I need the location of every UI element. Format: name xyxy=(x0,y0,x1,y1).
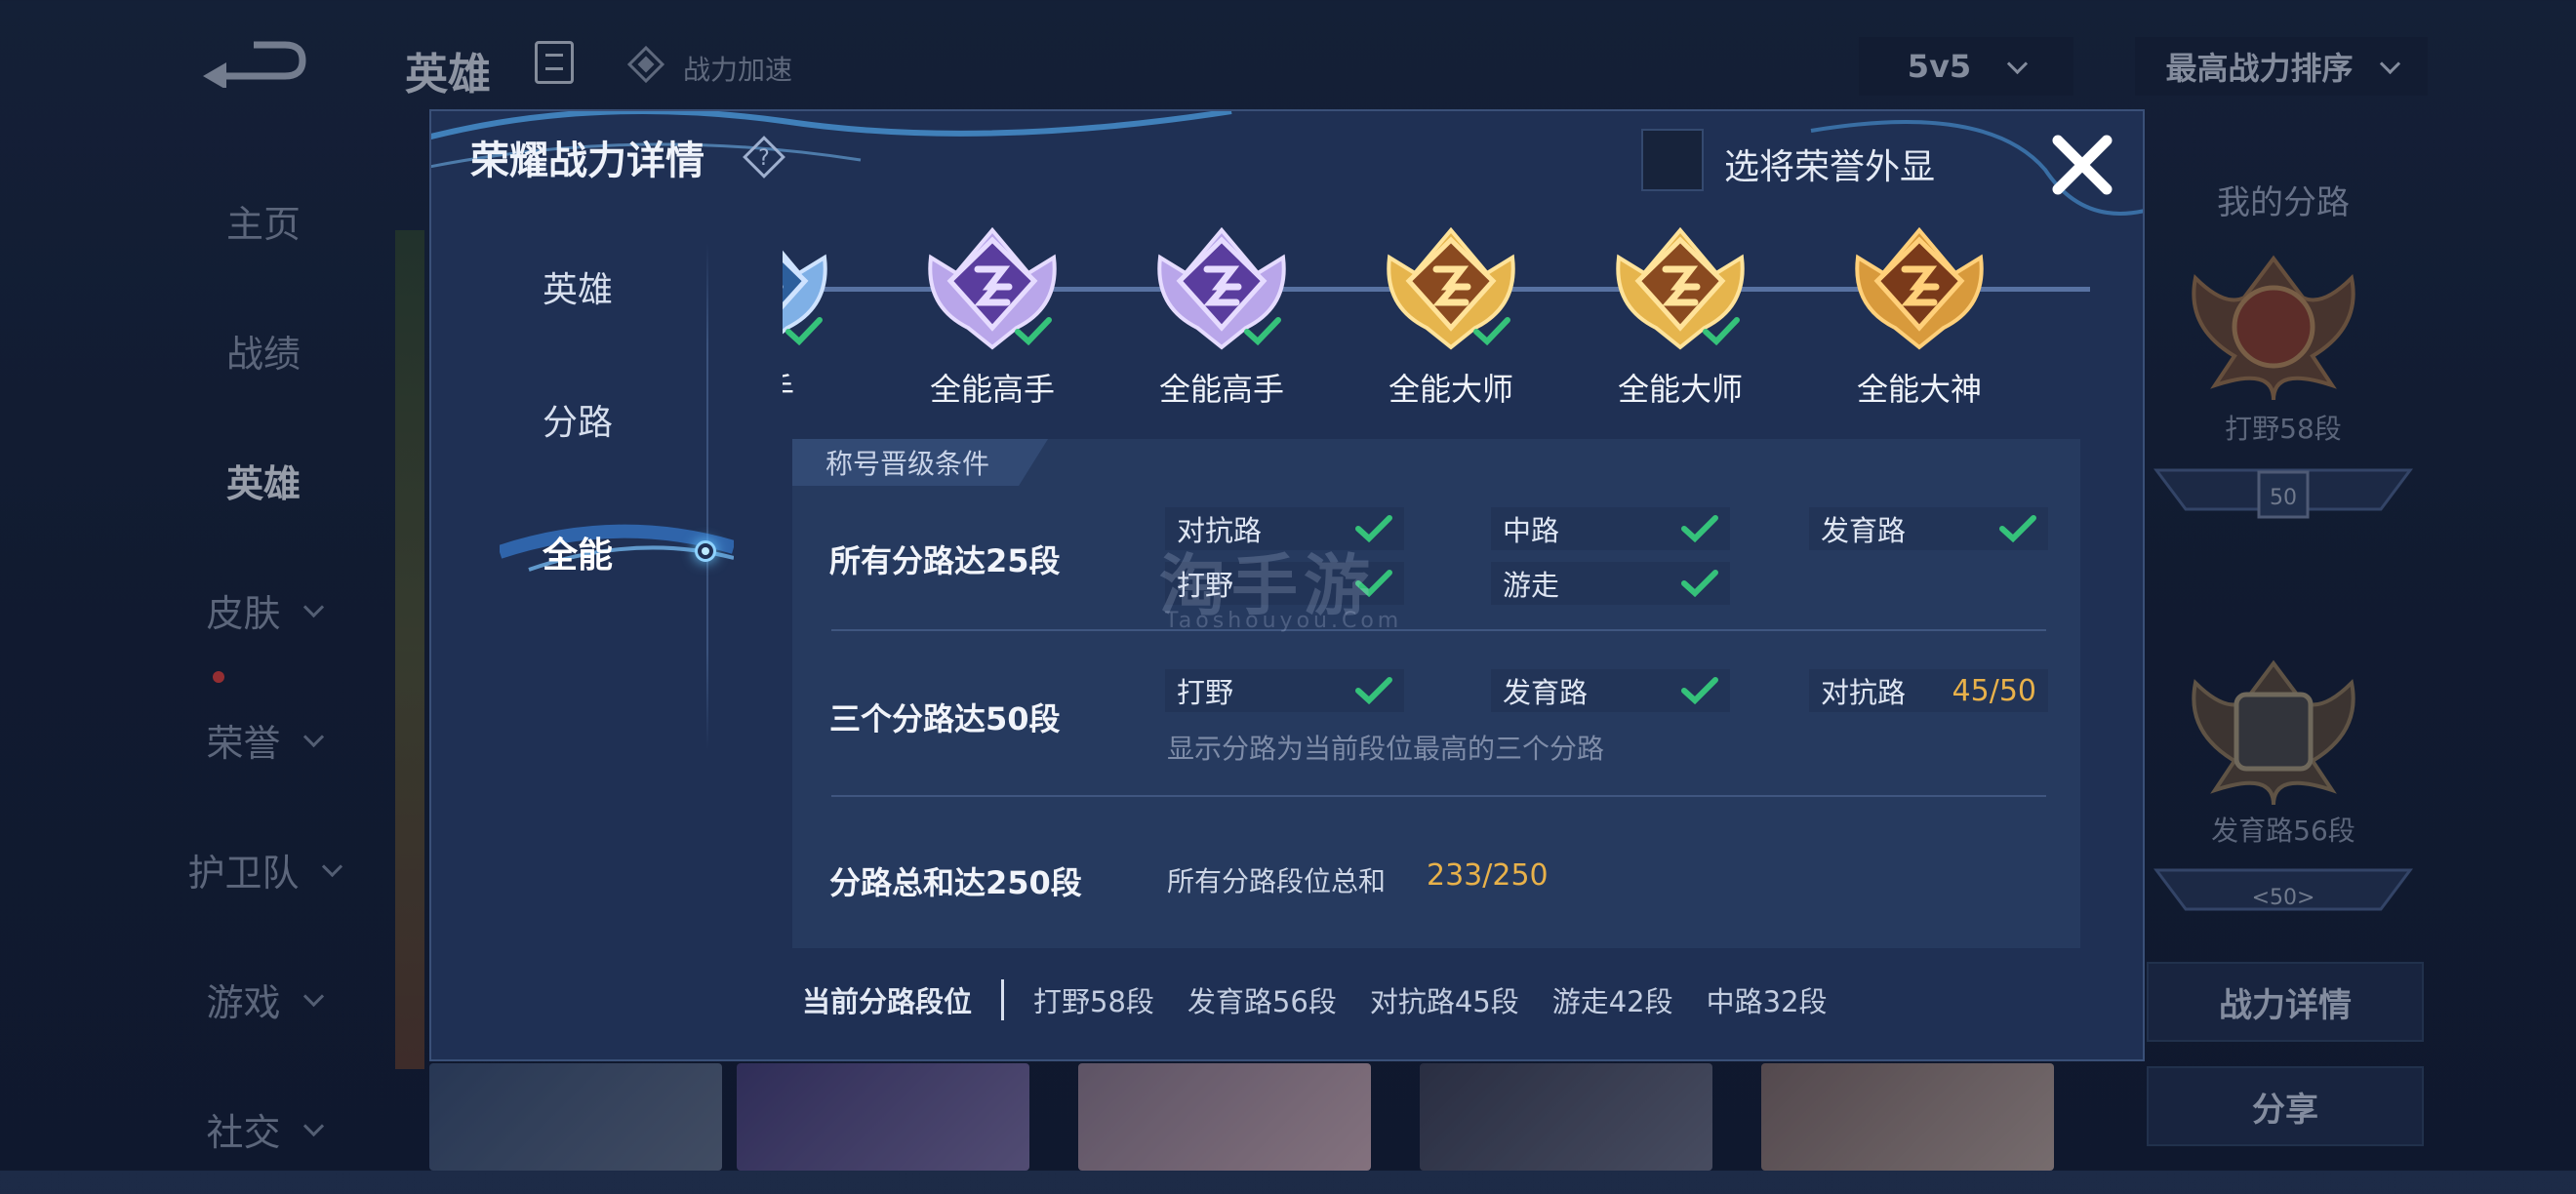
tab-hero[interactable]: 英雄 xyxy=(431,248,724,326)
rank-medal[interactable]: 全能大师 xyxy=(1344,219,1558,414)
lane-condition-chip: 打野 xyxy=(1165,669,1404,712)
lane-sum-progress: 233/250 xyxy=(1427,858,1549,893)
divider xyxy=(831,795,2046,797)
lane-name: 中路 xyxy=(1503,514,1560,547)
tab-label: 英雄 xyxy=(542,270,613,310)
rank-medal[interactable]: 全能高手 xyxy=(1114,219,1329,414)
check-icon xyxy=(1355,677,1392,704)
lane-rank-item: 发育路56段 xyxy=(1187,985,1337,1018)
rank-name: 选手 xyxy=(783,365,870,410)
current-lane-ranks: 当前分路段位 打野58段 发育路56段 对抗路45段 游走42段 中路32段 xyxy=(802,979,1861,1020)
lane-name: 对抗路 xyxy=(1821,676,1907,709)
rank-medal[interactable]: 全能大师 xyxy=(1573,219,1788,414)
rank-track[interactable]: 选手 全能高手 全能高手 全能大师 全能大师 全能大神 xyxy=(783,219,2090,414)
lane-progress: 45/50 xyxy=(1952,673,2036,708)
tab-lane[interactable]: 分路 xyxy=(431,380,724,458)
condition-note: 显示分路为当前段位最高的三个分路 xyxy=(1167,733,1605,765)
promotion-conditions-panel: 称号晋级条件 所有分路达25段 对抗路 中路 发育路 打野 游走 三个分路达50段 打野… xyxy=(792,439,2080,948)
check-icon xyxy=(1473,317,1510,345)
modal-tabs: 英雄 分路 全能 xyxy=(431,248,734,755)
check-icon xyxy=(1681,677,1718,704)
rank-name: 全能大师 xyxy=(1388,371,1513,408)
check-icon xyxy=(1999,515,2036,542)
modal-title: 荣耀战力详情 xyxy=(470,139,704,183)
show-honor-checkbox[interactable] xyxy=(1641,129,1704,191)
tab-label: 全能 xyxy=(542,536,613,576)
active-tab-indicator xyxy=(695,540,716,562)
footer-label: 当前分路段位 xyxy=(802,985,973,1018)
close-button[interactable] xyxy=(2046,129,2118,201)
check-icon xyxy=(785,317,823,345)
check-icon xyxy=(1681,515,1718,542)
check-icon xyxy=(1244,317,1281,345)
condition-title: 分路总和达250段 xyxy=(829,864,1082,901)
lane-rank-item: 打野58段 xyxy=(1033,985,1154,1018)
tab-all-round[interactable]: 全能 xyxy=(431,513,734,591)
close-icon xyxy=(2052,135,2113,195)
lane-sum-label: 所有分路段位总和 xyxy=(1167,865,1387,897)
rank-medal[interactable]: 全能高手 xyxy=(885,219,1100,414)
lane-name: 发育路 xyxy=(1503,676,1589,709)
lane-condition-chip: 对抗路 45/50 xyxy=(1809,669,2048,712)
rank-medal[interactable]: 全能大神 xyxy=(1812,219,2027,414)
svg-text:?: ? xyxy=(758,146,770,171)
lane-name: 发育路 xyxy=(1821,514,1907,547)
question-mark-icon: ? xyxy=(743,136,785,179)
rank-name: 全能大神 xyxy=(1856,371,1982,408)
check-icon xyxy=(1015,317,1052,345)
check-icon xyxy=(1681,570,1718,597)
lane-rank-item: 中路32段 xyxy=(1706,985,1828,1018)
rank-name: 全能高手 xyxy=(1158,371,1284,408)
rank-name: 全能大师 xyxy=(1617,371,1743,408)
divider xyxy=(1001,979,1005,1020)
condition-title: 三个分路达50段 xyxy=(829,700,1061,737)
rank-medal-icon xyxy=(1855,226,1984,350)
conditions-header: 称号晋级条件 xyxy=(792,439,1048,486)
lane-condition-chip: 发育路 xyxy=(1809,507,2048,550)
lane-rank-item: 游走42段 xyxy=(1551,985,1673,1018)
rank-medal[interactable]: 选手 xyxy=(783,219,870,414)
divider xyxy=(831,629,2046,631)
lane-name: 游走 xyxy=(1503,569,1560,602)
tab-label: 分路 xyxy=(542,403,613,443)
rank-name: 全能高手 xyxy=(929,371,1055,408)
lane-rank-item: 对抗路45段 xyxy=(1369,985,1519,1018)
lane-name: 打野 xyxy=(1177,676,1234,709)
help-button[interactable]: ? xyxy=(742,135,786,179)
condition-title: 所有分路达25段 xyxy=(829,542,1061,579)
show-honor-label[interactable]: 选将荣誉外显 xyxy=(1724,139,1935,189)
check-icon xyxy=(1703,317,1740,345)
watermark-sub: Taoshouyou.Com xyxy=(1165,609,1403,633)
lane-condition-chip: 发育路 xyxy=(1491,669,1730,712)
lane-condition-chip: 游走 xyxy=(1491,562,1730,605)
lane-condition-chip: 中路 xyxy=(1491,507,1730,550)
